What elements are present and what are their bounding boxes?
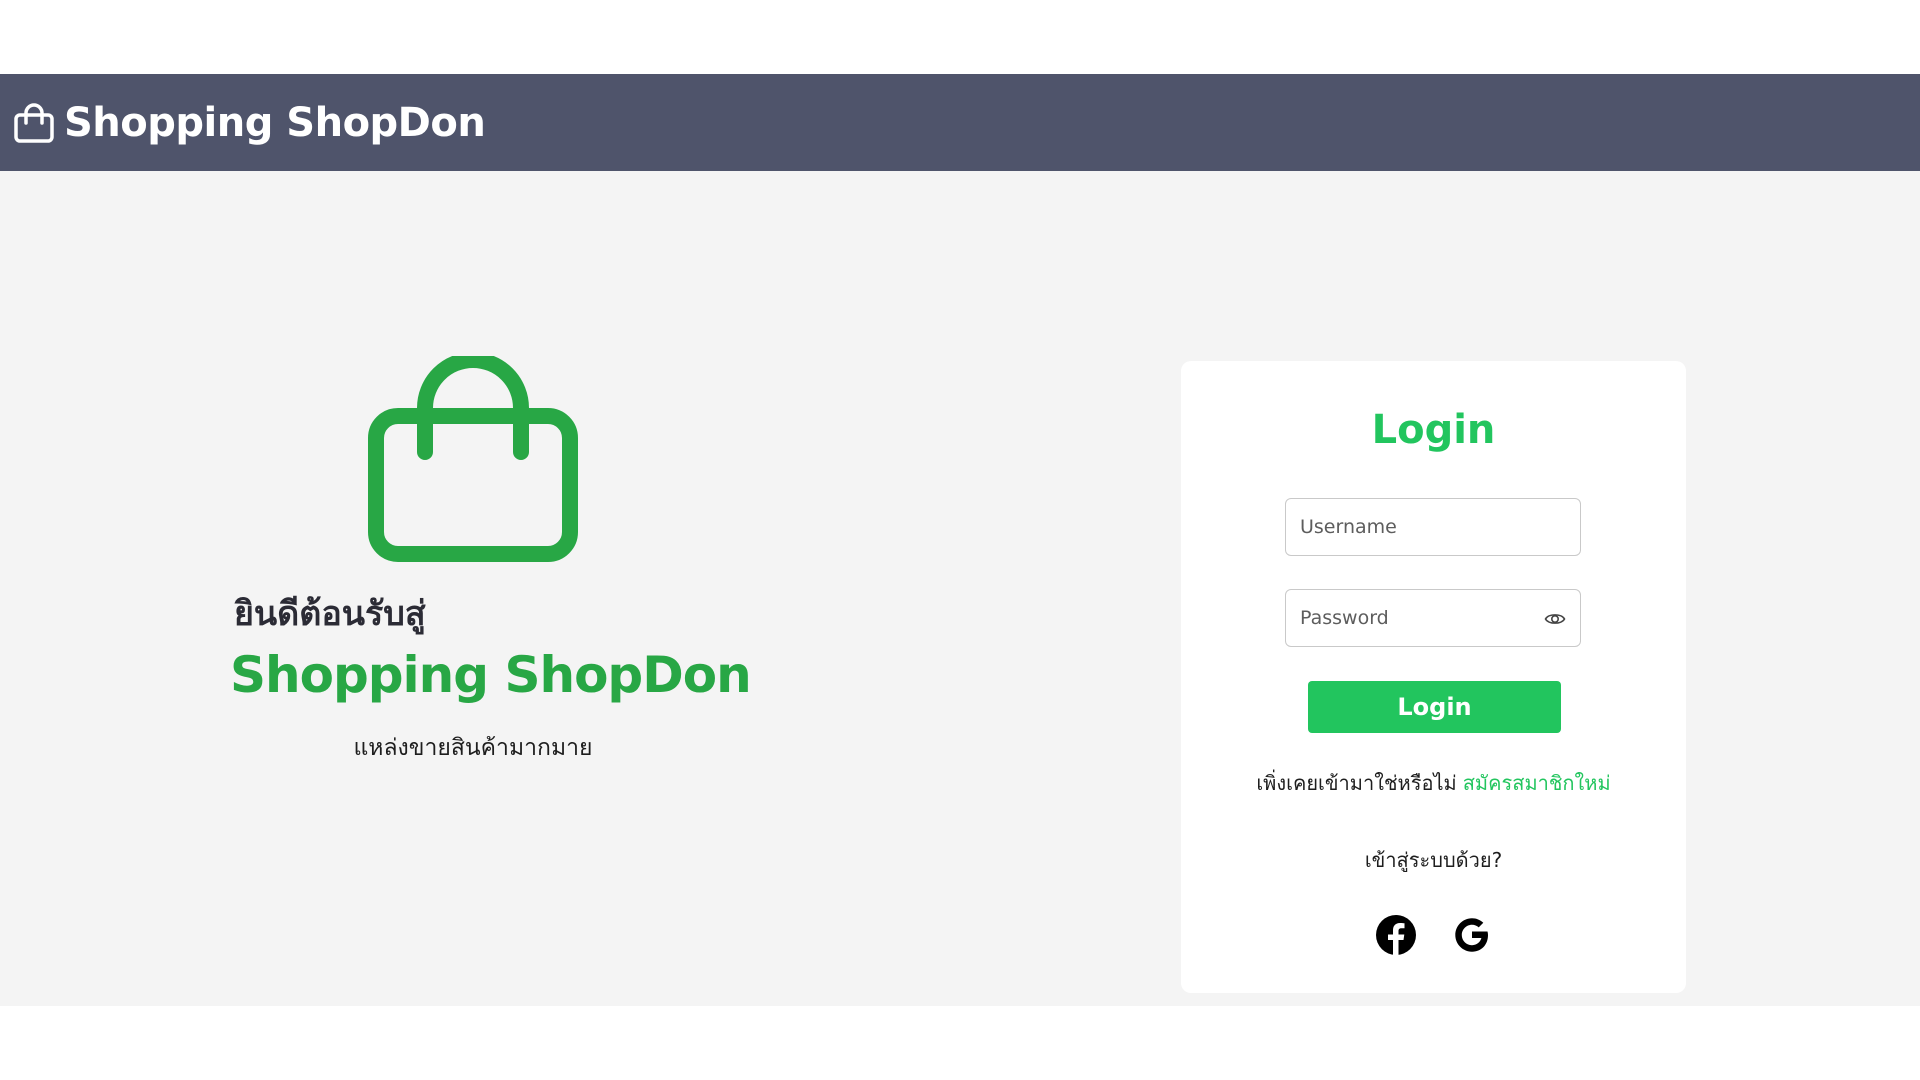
login-card: Login Login เพิ่งเคยเข้ามาใช่หรือไม่สมัค… [1181,361,1686,993]
login-page: Shopping ShopDon ยินดีต้อนรับสู่ Shoppin… [0,0,1920,1080]
password-field-wrapper [1285,589,1581,647]
login-title: Login [1371,407,1496,453]
login-button[interactable]: Login [1308,681,1561,733]
username-field-wrapper [1285,498,1581,556]
password-input[interactable] [1286,590,1580,646]
social-login-buttons [1181,914,1686,956]
google-icon[interactable] [1451,914,1493,956]
brand-label: Shopping ShopDon [64,99,486,146]
social-login-label: เข้าสู่ระบบด้วย? [1364,848,1503,872]
main-content: ยินดีต้อนรับสู่ Shopping ShopDon แหล่งขา… [0,171,1920,1006]
signup-row: เพิ่งเคยเข้ามาใช่หรือไม่ สมัครสมาชิกใหม่ [1181,767,1686,799]
username-input[interactable] [1286,499,1580,555]
hero-subtitle: แหล่งขายสินค้ามากมาย [353,735,593,761]
signup-link[interactable]: สมัครสมาชิกใหม่ [1463,771,1611,795]
welcome-heading: ยินดีต้อนรับสู่ [234,594,426,634]
top-navbar: Shopping ShopDon [0,74,1920,171]
brand-link[interactable]: Shopping ShopDon [12,99,486,146]
shopping-bag-icon [12,101,56,145]
shopping-bag-icon [368,352,578,566]
eye-icon[interactable] [1544,608,1566,630]
facebook-icon[interactable] [1375,914,1417,956]
page-bottom [0,1006,1920,1080]
hero-title: Shopping ShopDon [230,646,752,704]
signup-prompt: เพิ่งเคยเข้ามาใช่หรือไม่ [1256,771,1457,795]
